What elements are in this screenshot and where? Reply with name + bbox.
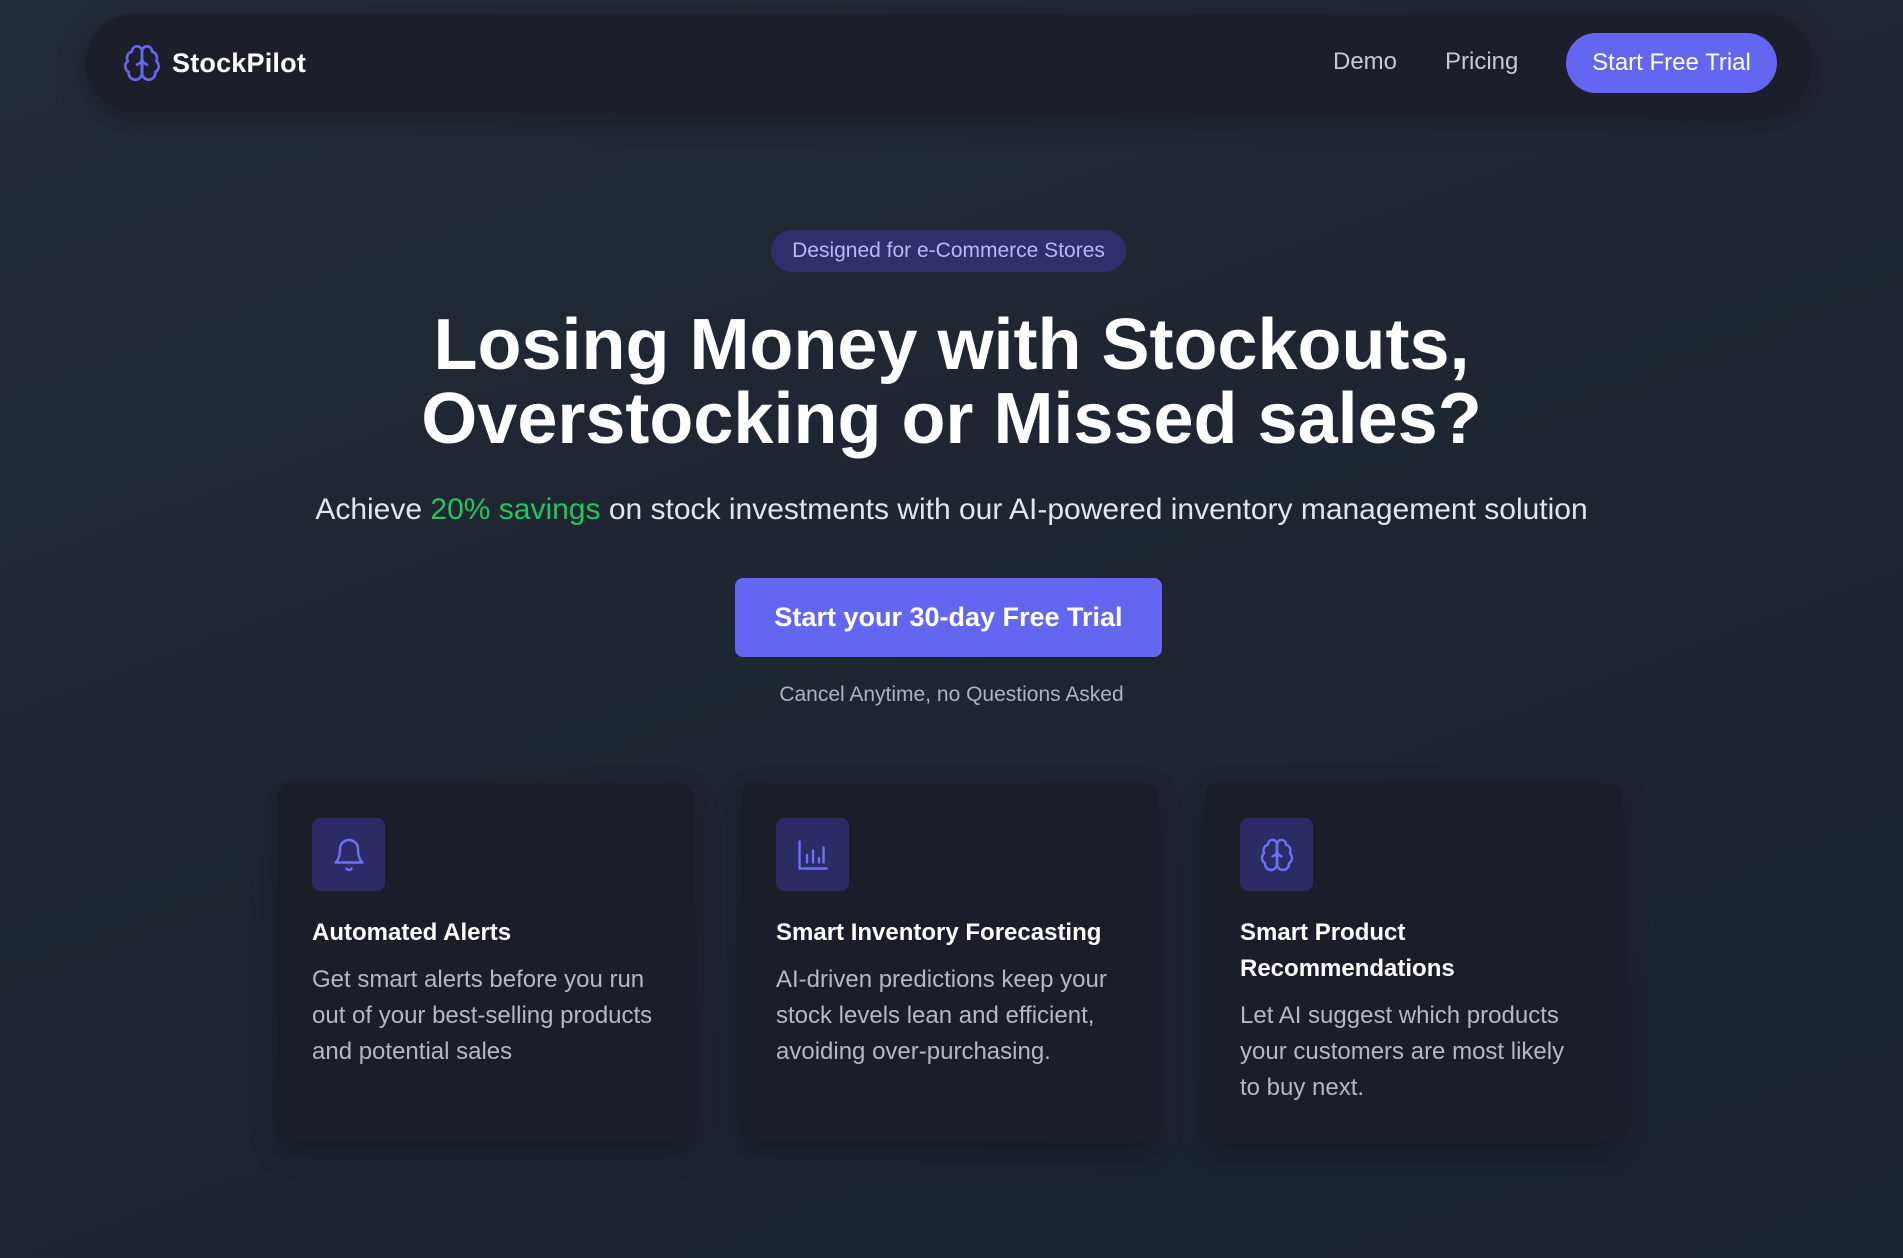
bell-icon (333, 838, 364, 871)
feature-description: Let AI suggest which products your custo… (1240, 1002, 1565, 1101)
brand-name: StockPilot (172, 47, 307, 78)
navbar: StockPilot Demo Pricing Start Free Trial (86, 14, 1812, 111)
hero-headline: Losing Money with Stockouts, Overstockin… (0, 308, 1903, 456)
feature-icon-tile (1240, 818, 1313, 891)
feature-title: Smart Inventory Forecasting (776, 919, 1102, 946)
savings-highlight: 20% savings (430, 493, 601, 526)
feature-icon-tile (776, 818, 849, 891)
brand-logo[interactable]: StockPilot (122, 42, 306, 84)
headline-line-1: Losing Money with Stockouts, (433, 305, 1470, 385)
start-free-trial-button[interactable]: Start Free Trial (1566, 33, 1777, 93)
feature-description: AI-driven predictions keep your stock le… (776, 966, 1107, 1065)
brain-icon (1260, 838, 1293, 871)
cancel-note: Cancel Anytime, no Questions Asked (779, 683, 1124, 706)
feature-title: Smart Product Recommendations (1240, 919, 1455, 982)
brain-icon (124, 45, 160, 81)
feature-card-product-recommendations: Smart Product Recommendations Let AI sug… (1205, 783, 1621, 1142)
feature-icon-tile (312, 818, 385, 891)
nav-link-pricing[interactable]: Pricing (1445, 44, 1518, 80)
feature-card-automated-alerts: Automated Alerts Get smart alerts before… (277, 783, 693, 1142)
feature-card-inventory-forecasting: Smart Inventory Forecasting AI-driven pr… (741, 783, 1157, 1142)
audience-badge: Designed for e-Commerce Stores (771, 230, 1126, 272)
start-30-day-trial-button[interactable]: Start your 30-day Free Trial (735, 578, 1162, 657)
nav-link-demo[interactable]: Demo (1333, 44, 1397, 80)
hero-subheadline: Achieve 20% savings on stock investments… (0, 490, 1903, 530)
feature-title: Automated Alerts (312, 919, 512, 946)
subheadline-prefix: Achieve (315, 493, 431, 526)
feature-description: Get smart alerts before you run out of y… (312, 966, 653, 1065)
headline-line-2: Overstocking or Missed sales? (421, 379, 1482, 459)
subheadline-suffix: on stock investments with our AI-powered… (600, 493, 1588, 526)
bar-chart-icon (797, 839, 828, 870)
